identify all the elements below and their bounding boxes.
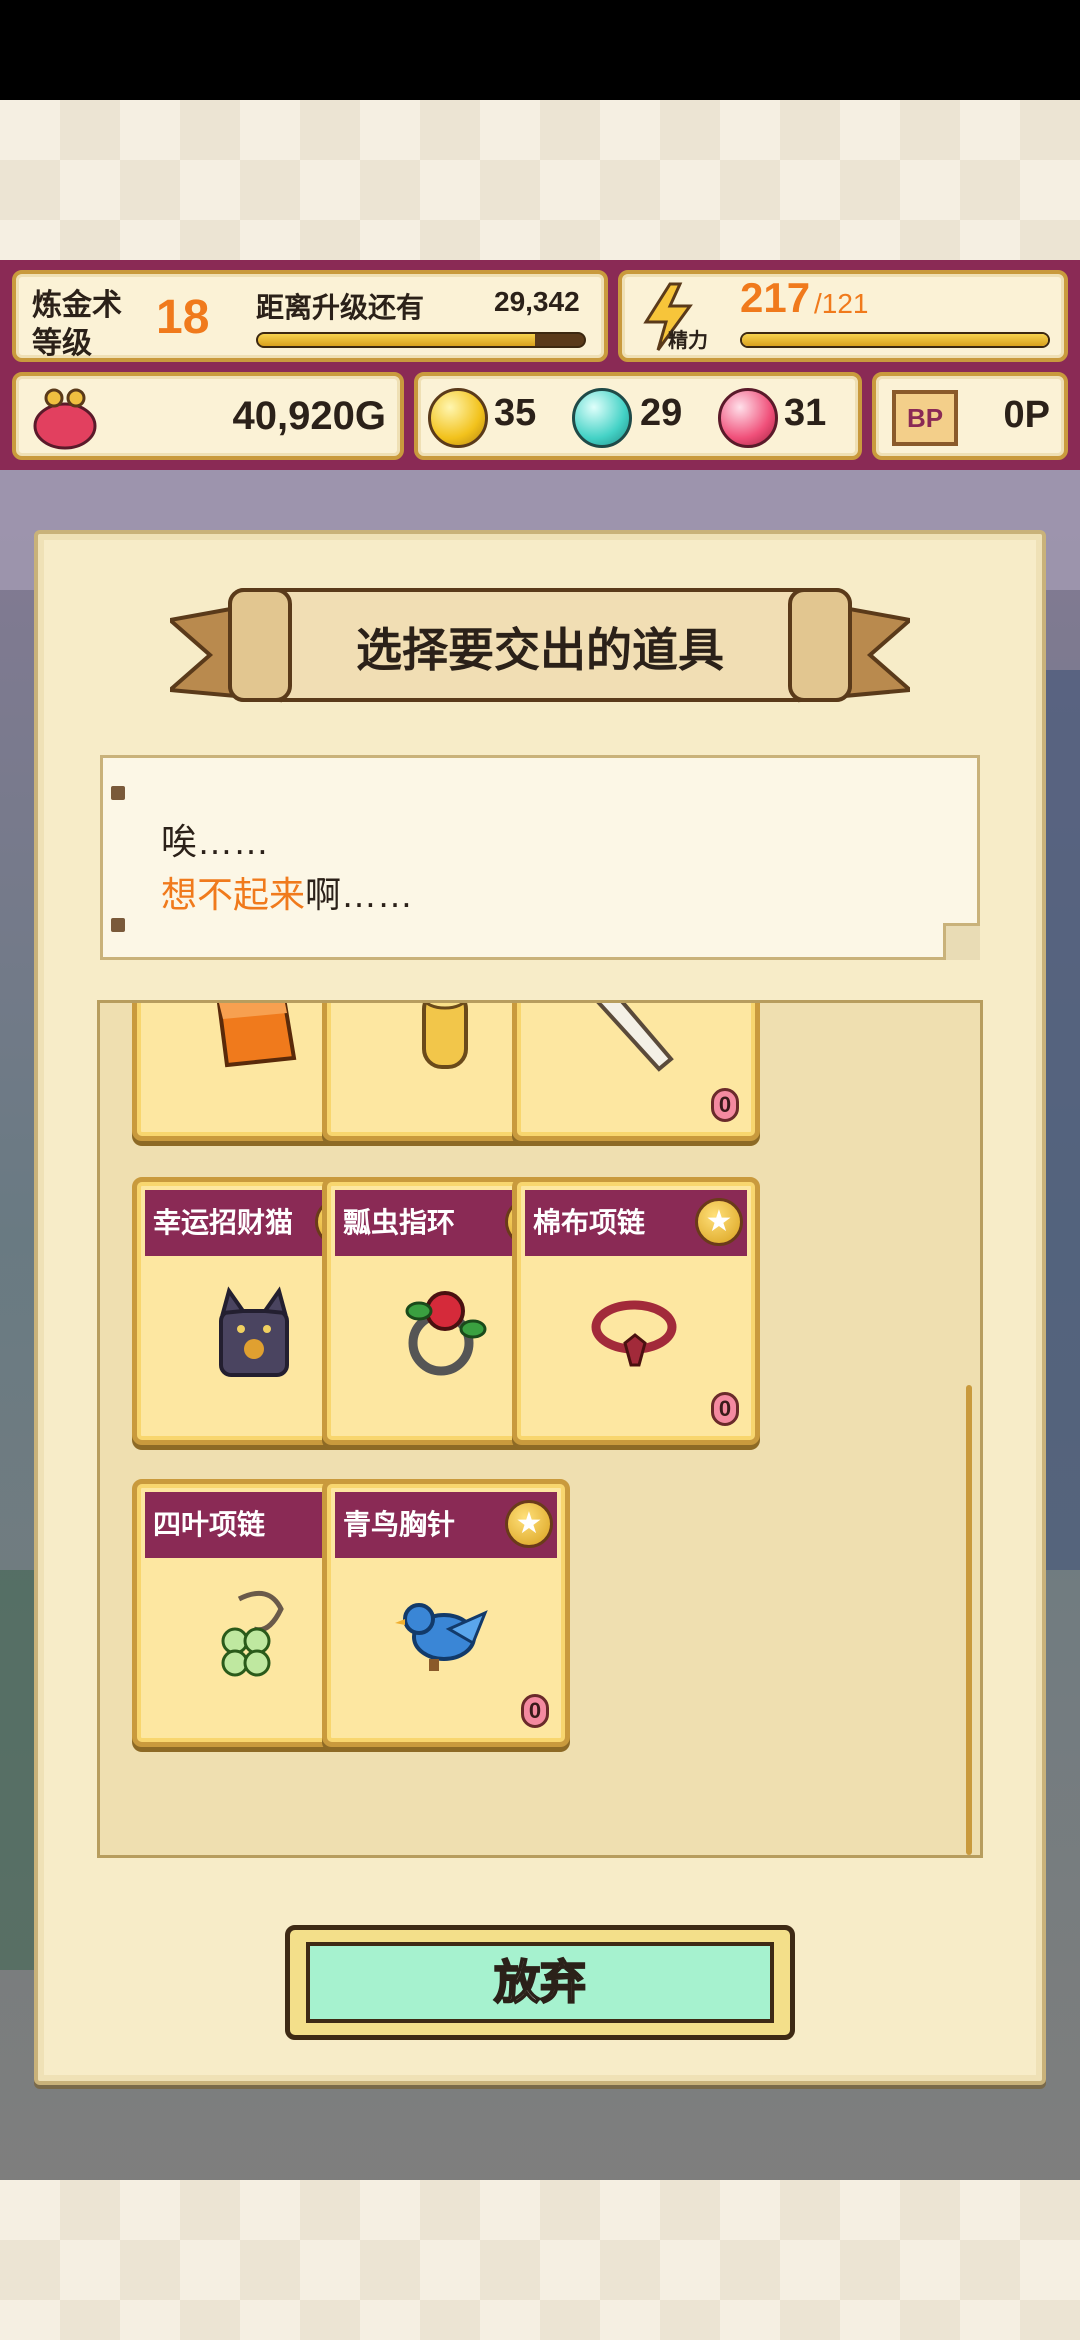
item-count: 0	[711, 1088, 739, 1122]
speech-rest: 啊……	[305, 874, 414, 915]
paper-fold-corner	[943, 923, 980, 960]
player-status-header: 炼金术 等级 18 距离升级还有 29,342 精力 217 /121 40,9…	[0, 260, 1080, 470]
lucky-cat-icon	[199, 1277, 309, 1387]
item-card[interactable]: 棉布项链 ★ 0	[512, 1177, 760, 1445]
pink-gem-icon	[718, 388, 778, 448]
favorite-star-icon[interactable]: ★	[505, 1500, 553, 1548]
clover-necklace-icon	[199, 1579, 309, 1689]
next-level-label: 距离升级还有	[256, 292, 425, 323]
bottom-background-pattern	[0, 2180, 1080, 2340]
item-card[interactable]: 青鸟胸针 ★ 0	[322, 1479, 570, 1747]
favorite-star-icon[interactable]: ★	[695, 1198, 743, 1246]
level-label: 等级	[32, 327, 92, 360]
next-level-progress-bar	[256, 332, 586, 348]
cyan-gem-count: 29	[640, 392, 683, 434]
item-list[interactable]: 橡胶板★0蜜蜡★0蜡烛★0幸运招财猫★0瓢虫指环★0棉布项链★0四叶项链0青鸟胸…	[97, 1000, 983, 1858]
bp-icon: BP	[892, 390, 958, 446]
item-count: 0	[711, 1392, 739, 1426]
yellow-gem-count: 35	[494, 392, 537, 434]
alchemy-level-value: 18	[156, 291, 210, 344]
yellow-gem-icon	[428, 388, 488, 448]
cotton-necklace-icon	[579, 1277, 689, 1387]
energy-label: 精力	[668, 330, 708, 352]
energy-panel: 精力 217 /121	[618, 270, 1068, 362]
next-level-value: 29,342	[494, 286, 580, 317]
system-status-bar	[0, 0, 1080, 100]
item-card[interactable]: 蜡烛★0	[512, 1003, 760, 1141]
speech-highlight: 想不起来	[161, 874, 306, 915]
coin-purse-icon	[33, 388, 97, 450]
give-up-button[interactable]: 放弃	[285, 1925, 795, 2040]
item-count: 0	[521, 1694, 549, 1728]
top-background-pattern	[0, 100, 1080, 260]
speech-line-1: 唉……	[161, 821, 270, 862]
energy-value: 217	[740, 274, 811, 321]
item-list-scrollbar[interactable]	[966, 1385, 972, 1855]
gems-panel: 35 29 31	[414, 372, 862, 460]
ladybug-ring-icon	[389, 1277, 499, 1387]
gold-amount: 40,920G	[232, 394, 386, 438]
speech-line-2: 想不起来啊……	[161, 866, 413, 918]
cyan-gem-icon	[572, 388, 632, 448]
candle-icon	[579, 1003, 689, 1083]
gold-panel: 40,920G	[12, 372, 404, 460]
dialog-title: 选择要交出的道具	[356, 624, 724, 676]
bluebird-brooch-icon	[389, 1579, 499, 1689]
bp-panel: BP 0P	[872, 372, 1068, 460]
energy-max: /121	[814, 288, 869, 319]
rubber-sheet-icon	[199, 1003, 309, 1083]
energy-progress-bar	[740, 332, 1050, 348]
pink-gem-count: 31	[784, 392, 827, 434]
alchemy-level-panel: 炼金术 等级 18 距离升级还有 29,342	[12, 270, 608, 362]
give-up-label: 放弃	[306, 1942, 774, 2023]
beeswax-icon	[389, 1003, 499, 1083]
bp-value: 0P	[1003, 394, 1050, 436]
npc-speech-box: 唉…… 想不起来啊……	[100, 755, 980, 960]
